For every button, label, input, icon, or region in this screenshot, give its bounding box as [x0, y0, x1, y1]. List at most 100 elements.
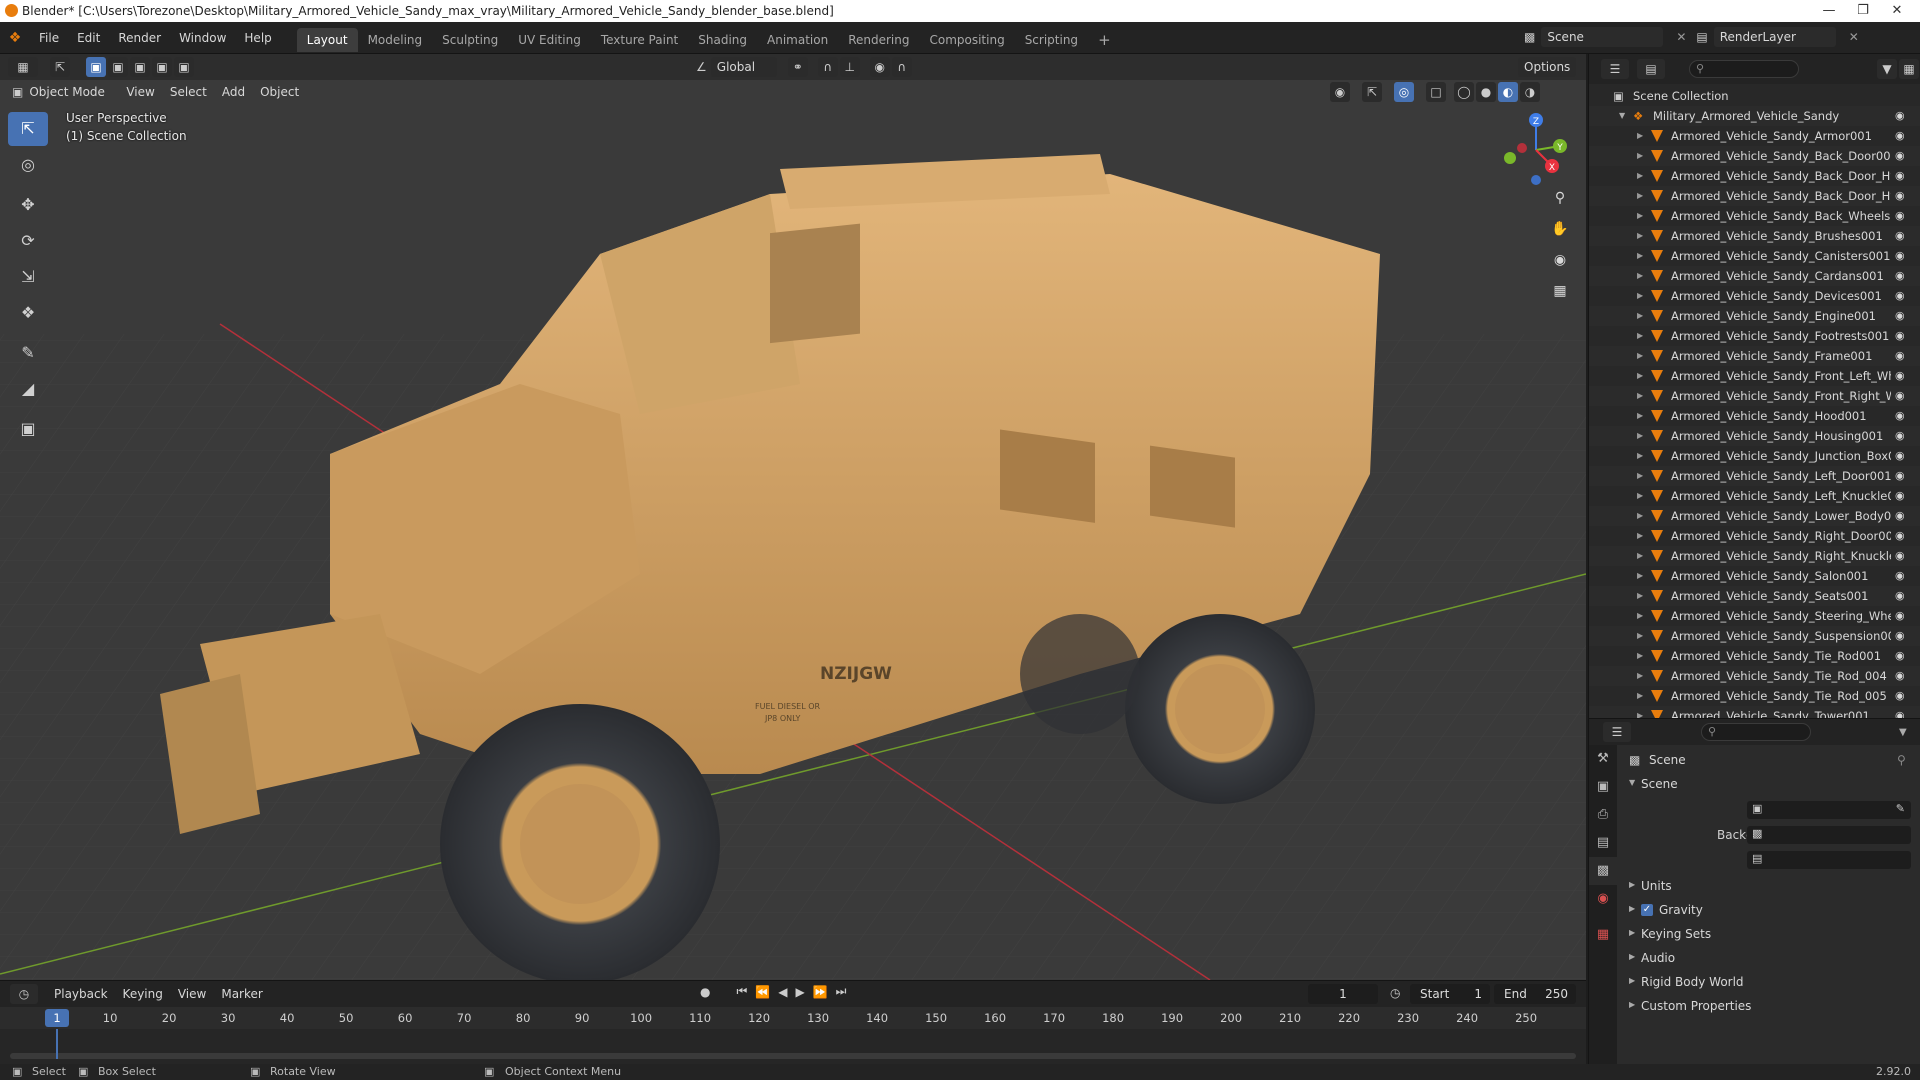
visibility-eye-icon[interactable]: ◉ [1895, 386, 1905, 406]
expand-arrow-icon[interactable]: ▶ [1637, 266, 1643, 286]
scene-panel-header[interactable]: Scene [1641, 773, 1678, 795]
tab-shading[interactable]: Shading [688, 28, 757, 52]
pivot-point-icon[interactable]: ⚭ [787, 57, 808, 77]
expand-arrow-icon[interactable]: ▶ [1637, 646, 1643, 666]
rotate-tool-icon[interactable]: ⟳ [8, 224, 48, 258]
jump-keyframe-forward-icon[interactable]: ⏩ [813, 985, 828, 999]
expand-arrow-icon[interactable]: ▶ [1637, 226, 1643, 246]
outliner-object-row[interactable]: ▶ Armored_Vehicle_Sandy_Left_Door001 ◉ [1589, 466, 1920, 486]
proportional-falloff-icon[interactable]: ∩ [891, 57, 912, 77]
view-layer-close-icon[interactable]: ✕ [1849, 30, 1859, 44]
mode-dropdown[interactable]: Object Mode [23, 82, 117, 102]
outliner-object-row[interactable]: ▶ Armored_Vehicle_Sandy_Tie_Rod_005 ◉ [1589, 686, 1920, 706]
visibility-eye-icon[interactable]: ◉ [1895, 126, 1905, 146]
view-layer-selector[interactable]: RenderLayer [1713, 27, 1836, 47]
jump-start-icon[interactable]: ⏮ [736, 984, 747, 999]
visibility-eye-icon[interactable]: ◉ [1895, 586, 1905, 606]
menu-render[interactable]: Render [109, 22, 170, 54]
properties-section-custom-properties[interactable]: Custom Properties [1641, 995, 1751, 1017]
expand-arrow-icon[interactable]: ▶ [1637, 486, 1643, 506]
editor-type-icon[interactable]: ▦ [8, 57, 38, 77]
expand-arrow-icon[interactable]: ▶ [1637, 426, 1643, 446]
world-tab-icon[interactable]: ◉ [1589, 885, 1617, 913]
scale-tool-icon[interactable]: ⇲ [8, 260, 48, 294]
outliner-object-row[interactable]: ▶ Armored_Vehicle_Sandy_Tie_Rod_004 ◉ [1589, 666, 1920, 686]
expand-arrow-icon[interactable]: ▶ [1637, 146, 1643, 166]
visibility-eye-icon[interactable]: ◉ [1895, 426, 1905, 446]
xray-toggle-icon[interactable]: □ [1426, 82, 1446, 102]
proportional-edit-icon[interactable]: ◉ [869, 57, 890, 77]
visibility-eye-icon[interactable]: ◉ [1895, 286, 1905, 306]
expand-arrow-icon[interactable]: ▶ [1637, 326, 1643, 346]
visibility-eye-icon[interactable]: ◉ [1895, 526, 1905, 546]
visibility-eye-icon[interactable]: ◉ [1895, 366, 1905, 386]
eyedropper-icon[interactable]: ✎ [1896, 802, 1905, 815]
outliner-object-row[interactable]: ▶ Armored_Vehicle_Sandy_Armor001 ◉ [1589, 126, 1920, 146]
outliner-row-collection[interactable]: ▼ ❖ Military_Armored_Vehicle_Sandy ◉ [1589, 106, 1920, 126]
visibility-eye-icon[interactable]: ◉ [1895, 406, 1905, 426]
viewport-menu-select[interactable]: Select [164, 82, 213, 102]
transform-orientation-dropdown[interactable]: Global [710, 57, 777, 77]
visibility-eye-icon[interactable]: ◉ [1895, 226, 1905, 246]
outliner-object-row[interactable]: ▶ Armored_Vehicle_Sandy_Cardans001 ◉ [1589, 266, 1920, 286]
expand-arrow-icon[interactable]: ▶ [1637, 446, 1643, 466]
visibility-eye-icon[interactable]: ◉ [1895, 626, 1905, 646]
active-clip-field[interactable]: ▤ [1747, 851, 1911, 869]
filter-icon[interactable]: ▼ [1877, 59, 1897, 79]
move-tool-icon[interactable]: ✥ [8, 188, 48, 222]
section-expand-icon[interactable]: ▶ [1629, 928, 1635, 937]
snap-target-icon[interactable]: ⊥ [839, 57, 860, 77]
expand-arrow-icon[interactable]: ▶ [1637, 306, 1643, 326]
visibility-eye-icon[interactable]: ◉ [1895, 166, 1905, 186]
properties-search-input[interactable]: ⚲ [1701, 723, 1811, 741]
outliner-object-row[interactable]: ▶ Armored_Vehicle_Sandy_Right_Door001 ◉ [1589, 526, 1920, 546]
scene-tab-icon[interactable]: ▩ [1589, 857, 1617, 885]
outliner-object-row[interactable]: ▶ Armored_Vehicle_Sandy_Seats001 ◉ [1589, 586, 1920, 606]
visibility-eye-icon[interactable]: ◉ [1895, 466, 1905, 486]
timeline-scrollbar[interactable] [10, 1053, 1576, 1059]
tool-tab-icon[interactable]: ⚒ [1589, 745, 1617, 773]
tool-select-icon[interactable]: ⇱ [50, 57, 70, 77]
select-mode-extend-icon[interactable]: ▣ [108, 57, 128, 77]
outliner-object-row[interactable]: ▶ Armored_Vehicle_Sandy_Suspension001 ◉ [1589, 626, 1920, 646]
expand-arrow-icon[interactable]: ▶ [1637, 506, 1643, 526]
pin-icon[interactable]: ⚲ [1897, 753, 1906, 767]
timeline-menu-view[interactable]: View [172, 984, 212, 1004]
expand-arrow-icon[interactable]: ▶ [1637, 466, 1643, 486]
outliner-object-row[interactable]: ▶ Armored_Vehicle_Sandy_Engine001 ◉ [1589, 306, 1920, 326]
outliner-object-row[interactable]: ▶ Armored_Vehicle_Sandy_Hood001 ◉ [1589, 406, 1920, 426]
view-layer-tab-icon[interactable]: ▤ [1589, 829, 1617, 857]
gizmo-toggle-icon[interactable]: ⇱ [1362, 82, 1382, 102]
background-scene-field[interactable]: ▩ [1747, 826, 1911, 844]
timeline-menu-playback[interactable]: Playback [48, 984, 114, 1004]
tab-animation[interactable]: Animation [757, 28, 838, 52]
render-tab-icon[interactable]: ▣ [1589, 773, 1617, 801]
properties-editor-type-icon[interactable]: ☰ [1603, 722, 1631, 742]
outliner-display-mode-icon[interactable]: ▤ [1637, 59, 1665, 79]
panel-collapse-icon[interactable]: ▼ [1629, 778, 1635, 787]
properties-section-audio[interactable]: Audio [1641, 947, 1675, 969]
timeline-menu-keying[interactable]: Keying [117, 984, 169, 1004]
overlay-toggle-icon[interactable]: ◎ [1394, 82, 1414, 102]
properties-section-keying-sets[interactable]: Keying Sets [1641, 923, 1711, 945]
record-icon[interactable]: ● [700, 985, 710, 999]
outliner-object-row[interactable]: ▶ Armored_Vehicle_Sandy_Steering_Whee ◉ [1589, 606, 1920, 626]
play-icon[interactable]: ▶ [795, 985, 804, 999]
visibility-eye-icon[interactable]: ◉ [1895, 306, 1905, 326]
viewport-menu-object[interactable]: Object [254, 82, 305, 102]
visibility-eye-icon[interactable]: ◉ [1895, 546, 1905, 566]
outliner-object-row[interactable]: ▶ Armored_Vehicle_Sandy_Back_Door001 ◉ [1589, 146, 1920, 166]
select-mode-invert-icon[interactable]: ▣ [152, 57, 172, 77]
outliner-object-row[interactable]: ▶ Armored_Vehicle_Sandy_Back_Wheels0 ◉ [1589, 206, 1920, 226]
shading-rendered-icon[interactable]: ◑ [1520, 82, 1540, 102]
visibility-eye-icon[interactable]: ◉ [1895, 206, 1905, 226]
shading-wireframe-icon[interactable]: ◯ [1454, 82, 1474, 102]
expand-arrow-icon[interactable]: ▶ [1637, 686, 1643, 706]
expand-arrow-icon[interactable]: ▶ [1637, 666, 1643, 686]
visibility-eye-icon[interactable]: ◉ [1895, 606, 1905, 626]
current-frame-field[interactable]: 1 [1308, 984, 1378, 1004]
outliner-object-row[interactable]: ▶ Armored_Vehicle_Sandy_Front_Right_Wl ◉ [1589, 386, 1920, 406]
tab-rendering[interactable]: Rendering [838, 28, 919, 52]
expand-arrow-icon[interactable]: ▶ [1637, 366, 1643, 386]
visibility-eye-icon[interactable]: ◉ [1895, 666, 1905, 686]
